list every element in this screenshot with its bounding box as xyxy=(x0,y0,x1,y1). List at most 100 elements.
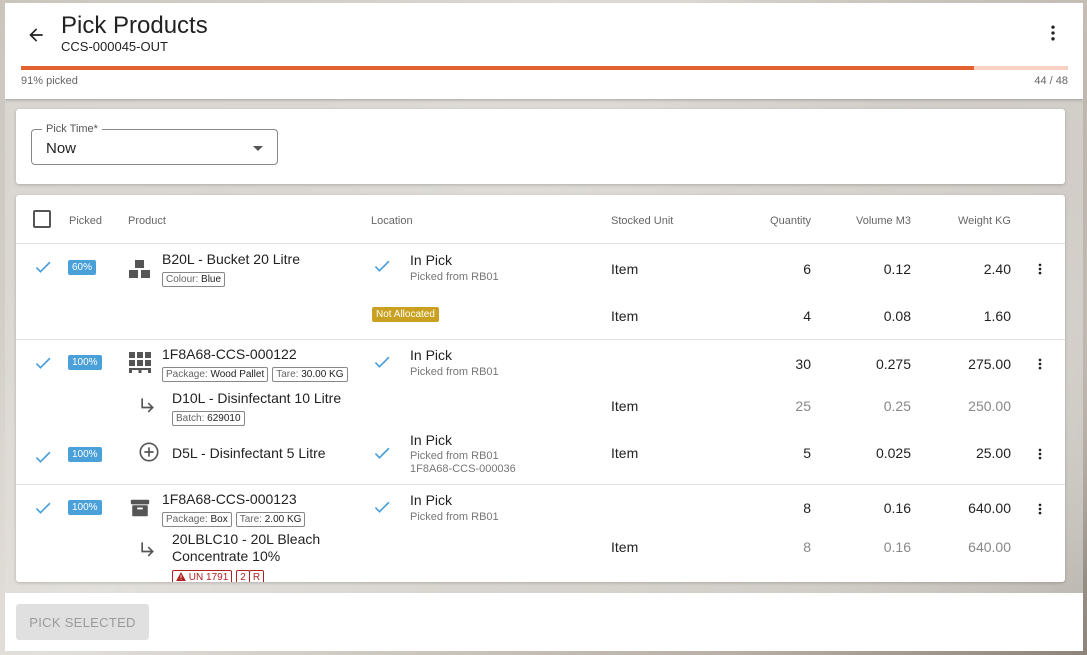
volume: 0.12 xyxy=(883,261,911,277)
location-status: In Pick xyxy=(410,492,453,508)
package-chip: Package: Box xyxy=(162,512,232,527)
weight: 275.00 xyxy=(968,356,1011,372)
location-source: Picked from RB01 xyxy=(410,366,499,378)
product-name: D5L - Disinfectant 5 Litre xyxy=(172,445,326,461)
stocked-unit: Item xyxy=(611,398,639,414)
batch-attributes: Batch: 629010 xyxy=(172,408,249,426)
more-vertical-icon xyxy=(1038,503,1042,515)
select-all-checkbox[interactable] xyxy=(33,210,51,228)
check-icon xyxy=(35,357,51,369)
row-menu-button[interactable] xyxy=(1033,444,1047,464)
page-header: Pick Products CCS-000045-OUT 91% picked … xyxy=(5,3,1083,99)
arrow-left-icon xyxy=(29,28,43,42)
quantity: 8 xyxy=(803,500,811,516)
check-icon xyxy=(374,260,390,272)
product-name: D10L - Disinfectant 10 Litre xyxy=(172,390,342,406)
location-status: In Pick xyxy=(410,347,453,363)
order-number: CCS-000045-OUT xyxy=(61,39,168,54)
picked-percent-badge: 100% xyxy=(68,500,102,515)
volume: 0.08 xyxy=(883,308,911,324)
location-source: Picked from RB01 xyxy=(410,450,499,462)
subdirectory-arrow-icon xyxy=(141,398,154,413)
app-window: Pick Products CCS-000045-OUT 91% picked … xyxy=(5,3,1083,651)
stocked-unit: Item xyxy=(611,539,639,555)
check-icon xyxy=(374,447,390,459)
pick-progress-fill xyxy=(21,66,974,70)
pick-time-select[interactable]: Pick Time* Now xyxy=(31,123,278,165)
row-menu-button[interactable] xyxy=(1033,259,1047,279)
stocked-unit: Item xyxy=(611,308,639,324)
package-chip: Package: Wood Pallet xyxy=(162,367,269,382)
product-name: 1F8A68-CCS-000123 xyxy=(162,491,297,507)
weight: 640.00 xyxy=(968,500,1011,516)
batch-chip: Batch: 629010 xyxy=(172,411,245,426)
more-vertical-icon xyxy=(1038,448,1042,460)
location-status: In Pick xyxy=(410,432,453,448)
not-allocated-badge: Not Allocated xyxy=(372,307,439,322)
row-menu-button[interactable] xyxy=(1033,499,1047,519)
table-row[interactable]: 60% B20L - Bucket 20 Litre Colour: Blue … xyxy=(16,244,1065,340)
colour-chip: Colour: Blue xyxy=(162,272,226,287)
table-row[interactable]: 100% 1F8A68-CCS-000123 Package: Box Tare:… xyxy=(16,485,1065,582)
col-header-product: Product xyxy=(128,215,166,227)
check-icon xyxy=(374,356,390,368)
un-number-chip: UN 1791 xyxy=(172,570,233,582)
quantity: 4 xyxy=(803,308,811,324)
progress-count: 44 / 48 xyxy=(1034,75,1068,87)
progress-label: 91% picked xyxy=(21,75,78,87)
col-header-quantity: Quantity xyxy=(770,215,811,227)
row-menu-button[interactable] xyxy=(1033,354,1047,374)
package-attributes: Package: Box Tare: 2.00 KG xyxy=(162,509,309,527)
more-vertical-icon xyxy=(1051,25,1055,41)
pick-time-card: Pick Time* Now xyxy=(16,109,1065,184)
picked-percent-badge: 100% xyxy=(68,355,102,370)
page-footer: PICK SELECTED xyxy=(5,593,1083,651)
weight: 640.00 xyxy=(968,539,1011,555)
stocked-unit: Item xyxy=(611,445,639,461)
chevron-down-icon xyxy=(253,146,263,151)
pick-progress-bar xyxy=(21,66,1068,70)
quantity: 6 xyxy=(803,261,811,277)
col-header-weight: Weight KG xyxy=(958,215,1011,227)
product-name: B20L - Bucket 20 Litre xyxy=(162,251,301,267)
location-status: In Pick xyxy=(410,252,453,268)
weight: 2.40 xyxy=(983,261,1011,277)
pick-selected-button[interactable]: PICK SELECTED xyxy=(16,604,149,640)
col-header-volume: Volume M3 xyxy=(855,215,911,227)
package-attributes: Package: Wood Pallet Tare: 30.00 KG xyxy=(162,364,352,382)
stocked-unit: Item xyxy=(611,261,639,277)
pick-time-value: Now xyxy=(46,140,77,157)
weight: 25.00 xyxy=(975,445,1011,461)
weight: 1.60 xyxy=(983,308,1011,324)
table-row[interactable]: 100% 1F8A68-CCS-000122 Package: Wood Pal… xyxy=(16,340,1065,483)
picked-percent-badge: 100% xyxy=(68,447,102,462)
check-icon xyxy=(35,502,51,514)
check-icon xyxy=(35,451,51,463)
location-source: Picked from RB01 xyxy=(410,271,499,283)
weight: 250.00 xyxy=(968,398,1011,414)
more-vertical-icon xyxy=(1038,358,1042,370)
more-options-button[interactable] xyxy=(1039,19,1067,47)
volume: 0.16 xyxy=(883,500,911,516)
product-name: 1F8A68-CCS-000122 xyxy=(162,346,297,362)
product-attributes: Colour: Blue xyxy=(162,269,229,287)
location-container: 1F8A68-CCS-000036 xyxy=(410,463,516,475)
pick-time-label: Pick Time* xyxy=(42,123,102,135)
tare-chip: Tare: 2.00 KG xyxy=(235,512,306,527)
archive-box-icon xyxy=(130,499,150,517)
quantity: 30 xyxy=(795,356,811,372)
back-button[interactable] xyxy=(22,21,50,49)
check-icon xyxy=(374,501,390,513)
more-vertical-icon xyxy=(1038,263,1042,275)
tare-chip: Tare: 30.00 KG xyxy=(272,367,348,382)
pallet-icon xyxy=(129,352,151,373)
product-name-line1: 20LBLC10 - 20L Bleach xyxy=(172,531,321,547)
check-icon xyxy=(35,261,51,273)
col-header-stocked-unit: Stocked Unit xyxy=(611,215,674,227)
pick-table: Picked Product Location Stocked Unit Qua… xyxy=(16,195,1065,582)
hazard-class-chip: R xyxy=(248,570,265,582)
volume: 0.16 xyxy=(883,539,911,555)
quantity: 8 xyxy=(803,539,811,555)
location-source: Picked from RB01 xyxy=(410,511,499,523)
quantity: 25 xyxy=(795,398,811,414)
